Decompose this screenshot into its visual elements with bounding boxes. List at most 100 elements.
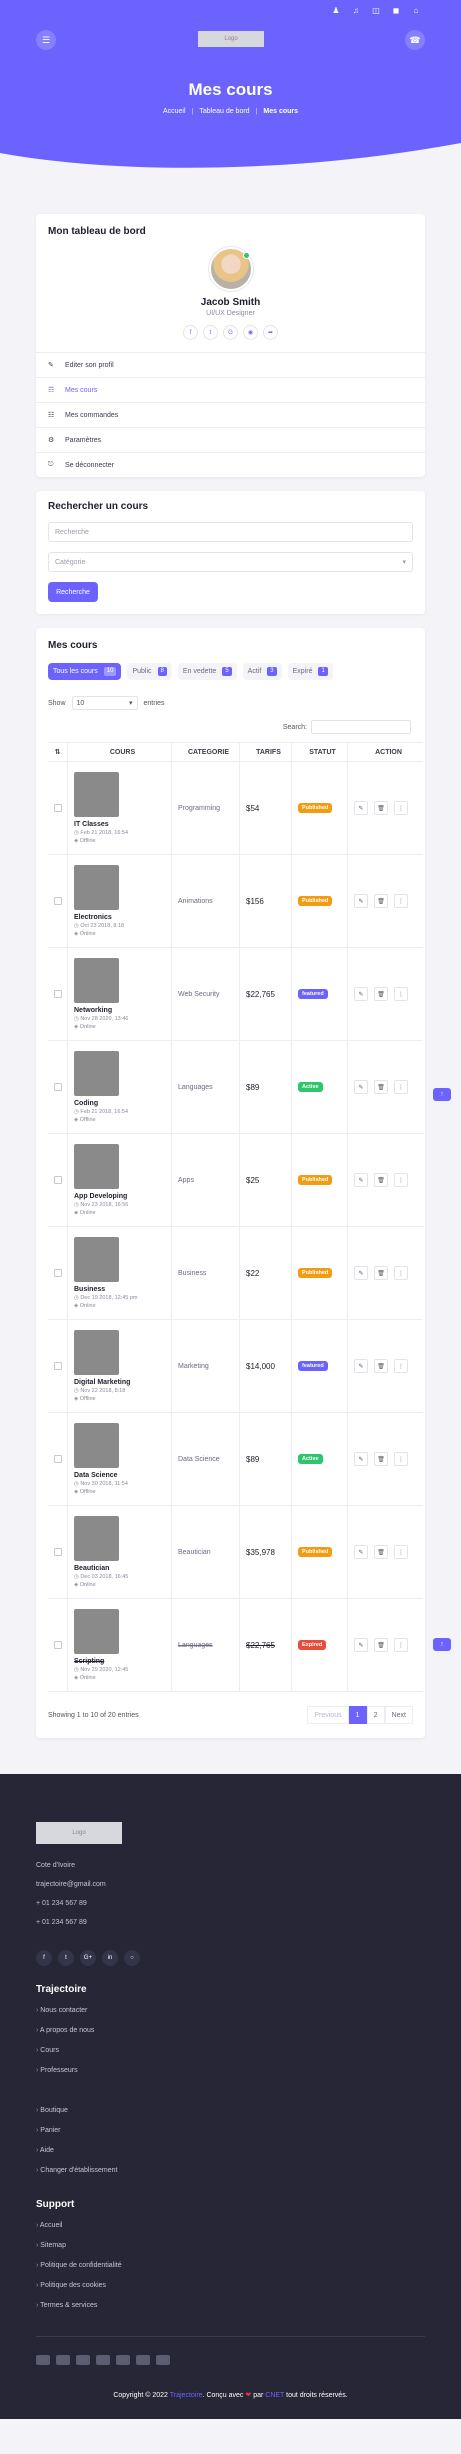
filter-expired[interactable]: Expiré 1 [287,663,333,680]
phone-icon[interactable]: ☎ [405,30,425,50]
cart-icon[interactable]: ◫ [371,5,381,15]
filter-active[interactable]: Actif 3 [242,663,282,680]
delete-icon[interactable]: 🗑 [374,894,388,908]
footer-link[interactable]: Cours [36,2041,425,2061]
course-title[interactable]: Coding [74,1100,98,1107]
share-icon[interactable]: ➦ [263,325,278,340]
footer-phone[interactable]: + 01 234 567 89 [36,1913,425,1932]
edit-icon[interactable]: ✎ [354,894,368,908]
footer-link[interactable]: Panier [36,2121,425,2141]
course-thumbnail[interactable] [74,1330,119,1375]
twitter-icon[interactable]: t [203,325,218,340]
row-checkbox[interactable] [53,1455,62,1463]
edit-icon[interactable]: ✎ [354,1173,368,1187]
category-select[interactable]: Catégorie ▾ [48,552,413,572]
filter-public[interactable]: Public 8 [127,663,172,680]
course-thumbnail[interactable] [74,1051,119,1096]
more-icon[interactable]: ⋮ [394,1266,408,1280]
megaphone-icon[interactable]: ♫ [351,5,361,15]
edit-icon[interactable]: ✎ [354,1359,368,1373]
footer-link[interactable]: Nous contacter [36,2001,425,2021]
footer-link[interactable]: Boutique [36,2101,425,2121]
more-icon[interactable]: ⋮ [394,1545,408,1559]
edit-icon[interactable]: ✎ [354,1545,368,1559]
github-icon[interactable]: ○ [124,1950,140,1966]
pager-previous[interactable]: Previous [307,1706,349,1724]
footer-link[interactable]: Sitemap [36,2236,425,2256]
column-status[interactable]: STATUT [292,743,348,761]
breadcrumb-home[interactable]: Accueil [163,108,186,115]
delete-icon[interactable]: 🗑 [374,1080,388,1094]
pager-page-1[interactable]: 1 [348,1706,367,1724]
course-thumbnail[interactable] [74,1609,119,1654]
copyright-author[interactable]: CNET [265,2392,284,2399]
delete-icon[interactable]: 🗑 [374,1545,388,1559]
delete-icon[interactable]: 🗑 [374,801,388,815]
edit-icon[interactable]: ✎ [354,1452,368,1466]
footer-phone[interactable]: + 01 234 567 89 [36,1894,425,1913]
hamburger-menu-button[interactable]: ☰ [36,30,56,50]
edit-icon[interactable]: ✎ [354,1638,368,1652]
column-courses[interactable]: COURS [68,743,172,761]
footer-link[interactable]: Politique des cookies [36,2276,425,2296]
search-input[interactable]: Recherche [48,522,413,542]
truck-icon[interactable]: ◼ [391,5,401,15]
instagram-icon[interactable]: ◉ [243,325,258,340]
more-icon[interactable]: ⋮ [394,987,408,1001]
more-icon[interactable]: ⋮ [394,1359,408,1373]
edit-icon[interactable]: ✎ [354,801,368,815]
course-title[interactable]: Electronics [74,914,112,921]
footer-link[interactable]: Changer d'établissement [36,2161,425,2181]
delete-icon[interactable]: 🗑 [374,987,388,1001]
course-title[interactable]: Data Science [74,1472,118,1479]
row-checkbox[interactable] [53,1176,62,1184]
edit-icon[interactable]: ✎ [354,1080,368,1094]
course-thumbnail[interactable] [74,958,119,1003]
course-title[interactable]: Business [74,1286,105,1293]
footer-link[interactable]: A propos de nous [36,2021,425,2041]
footer-link[interactable]: Accueil [36,2216,425,2236]
course-thumbnail[interactable] [74,1423,119,1468]
facebook-icon[interactable]: f [183,325,198,340]
search-button[interactable]: Recherche [48,582,98,602]
delete-icon[interactable]: 🗑 [374,1359,388,1373]
footer-logo[interactable]: Logo [36,1822,122,1844]
course-thumbnail[interactable] [74,1516,119,1561]
column-price[interactable]: TARIFS [240,743,292,761]
filter-featured[interactable]: En vedette 5 [177,663,237,680]
menu-item-orders[interactable]: ☷ Mes commandes [36,402,425,427]
row-checkbox[interactable] [53,897,62,905]
pager-page-2[interactable]: 2 [366,1706,385,1724]
row-checkbox[interactable] [53,1083,62,1091]
course-title[interactable]: Networking [74,1007,112,1014]
row-checkbox[interactable] [53,990,62,998]
footer-link[interactable]: Politique de confidentialité [36,2256,425,2276]
course-thumbnail[interactable] [74,865,119,910]
more-icon[interactable]: ⋮ [394,1173,408,1187]
more-icon[interactable]: ⋮ [394,801,408,815]
user-icon[interactable]: ♟ [331,5,341,15]
footer-link[interactable]: Aide [36,2141,425,2161]
sort-icon[interactable]: ⇅ [48,743,68,761]
home-icon[interactable]: ⌂ [411,5,421,15]
course-title[interactable]: Beautician [74,1565,109,1572]
row-checkbox[interactable] [53,804,62,812]
course-thumbnail[interactable] [74,1237,119,1282]
course-title[interactable]: Digital Marketing [74,1379,130,1386]
row-checkbox[interactable] [53,1641,62,1649]
pager-next[interactable]: Next [384,1706,413,1724]
google-plus-icon[interactable]: G+ [80,1950,96,1966]
table-search-input[interactable] [311,720,411,734]
twitter-icon[interactable]: t [58,1950,74,1966]
filter-all[interactable]: Tous les cours 10 [48,663,122,680]
more-icon[interactable]: ⋮ [394,1080,408,1094]
course-title[interactable]: IT Classes [74,821,109,828]
menu-item-settings[interactable]: ⚙ Paramètres [36,427,425,452]
row-checkbox[interactable] [53,1548,62,1556]
course-title[interactable]: Scripting [74,1658,104,1665]
more-icon[interactable]: ⋮ [394,1638,408,1652]
linkedin-icon[interactable]: in [102,1950,118,1966]
column-category[interactable]: CATEGORIE [172,743,240,761]
breadcrumb-dashboard[interactable]: Tableau de bord [199,108,249,115]
entries-select[interactable]: 10 ▾ [71,696,138,710]
